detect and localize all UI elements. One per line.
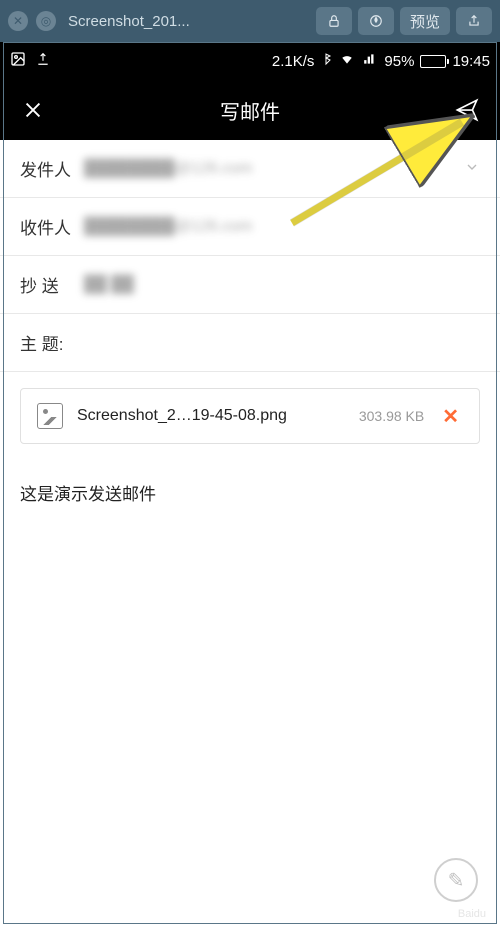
assist-fab-icon[interactable]: ✎: [434, 858, 478, 902]
cc-label: 抄 送: [20, 272, 84, 297]
signal-icon: [362, 52, 378, 70]
send-button[interactable]: [452, 97, 482, 123]
page-title: 写邮件: [48, 96, 452, 125]
tab-title[interactable]: Screenshot_201...: [64, 13, 308, 30]
recipient-row[interactable]: 收件人 ████████@126.com: [0, 198, 500, 256]
compose-form: 发件人 ████████@126.com 收件人 ████████@126.co…: [0, 140, 500, 372]
battery-percent: 95%: [384, 53, 414, 70]
browser-bar: ✕ ◎ Screenshot_201... 预览: [0, 0, 500, 42]
status-bar: 2.1K/s 95% 19:45: [0, 42, 500, 80]
watermark: Baidu: [458, 908, 486, 920]
subject-row[interactable]: 主 题:: [0, 314, 500, 372]
image-file-icon: [37, 403, 63, 429]
app-header: 写邮件: [0, 80, 500, 140]
email-body[interactable]: 这是演示发送邮件: [0, 460, 500, 525]
cc-row[interactable]: 抄 送 ██ ██: [0, 256, 500, 314]
sender-value: ████████@126.com: [84, 160, 464, 178]
remove-attachment-button[interactable]: ✕: [438, 404, 463, 429]
recipient-label: 收件人: [20, 214, 84, 239]
attachment-item[interactable]: Screenshot_2…19-45-08.png 303.98 KB ✕: [20, 388, 480, 444]
picture-icon: [10, 51, 26, 71]
bluetooth-icon: [320, 51, 332, 71]
wifi-icon: [338, 52, 356, 70]
clock: 19:45: [452, 53, 490, 70]
upload-icon: [36, 52, 50, 70]
attachment-filename: Screenshot_2…19-45-08.png: [77, 407, 345, 425]
lock-icon[interactable]: [316, 7, 352, 35]
attachment-size: 303.98 KB: [359, 408, 424, 424]
preview-button[interactable]: 预览: [400, 7, 450, 35]
cc-value: ██ ██: [84, 276, 480, 294]
subject-label: 主 题:: [20, 330, 98, 355]
attachment-area: Screenshot_2…19-45-08.png 303.98 KB ✕: [0, 372, 500, 460]
battery-icon: [420, 55, 446, 68]
tab-target-icon[interactable]: ◎: [36, 11, 56, 31]
recipient-value: ████████@126.com: [84, 218, 480, 236]
sender-row[interactable]: 发件人 ████████@126.com: [0, 140, 500, 198]
close-button[interactable]: [18, 99, 48, 121]
chevron-down-icon[interactable]: [464, 159, 480, 178]
fire-icon[interactable]: [358, 7, 394, 35]
sender-label: 发件人: [20, 156, 84, 181]
tab-close-icon[interactable]: ✕: [8, 11, 28, 31]
network-speed: 2.1K/s: [272, 53, 315, 70]
share-icon[interactable]: [456, 7, 492, 35]
